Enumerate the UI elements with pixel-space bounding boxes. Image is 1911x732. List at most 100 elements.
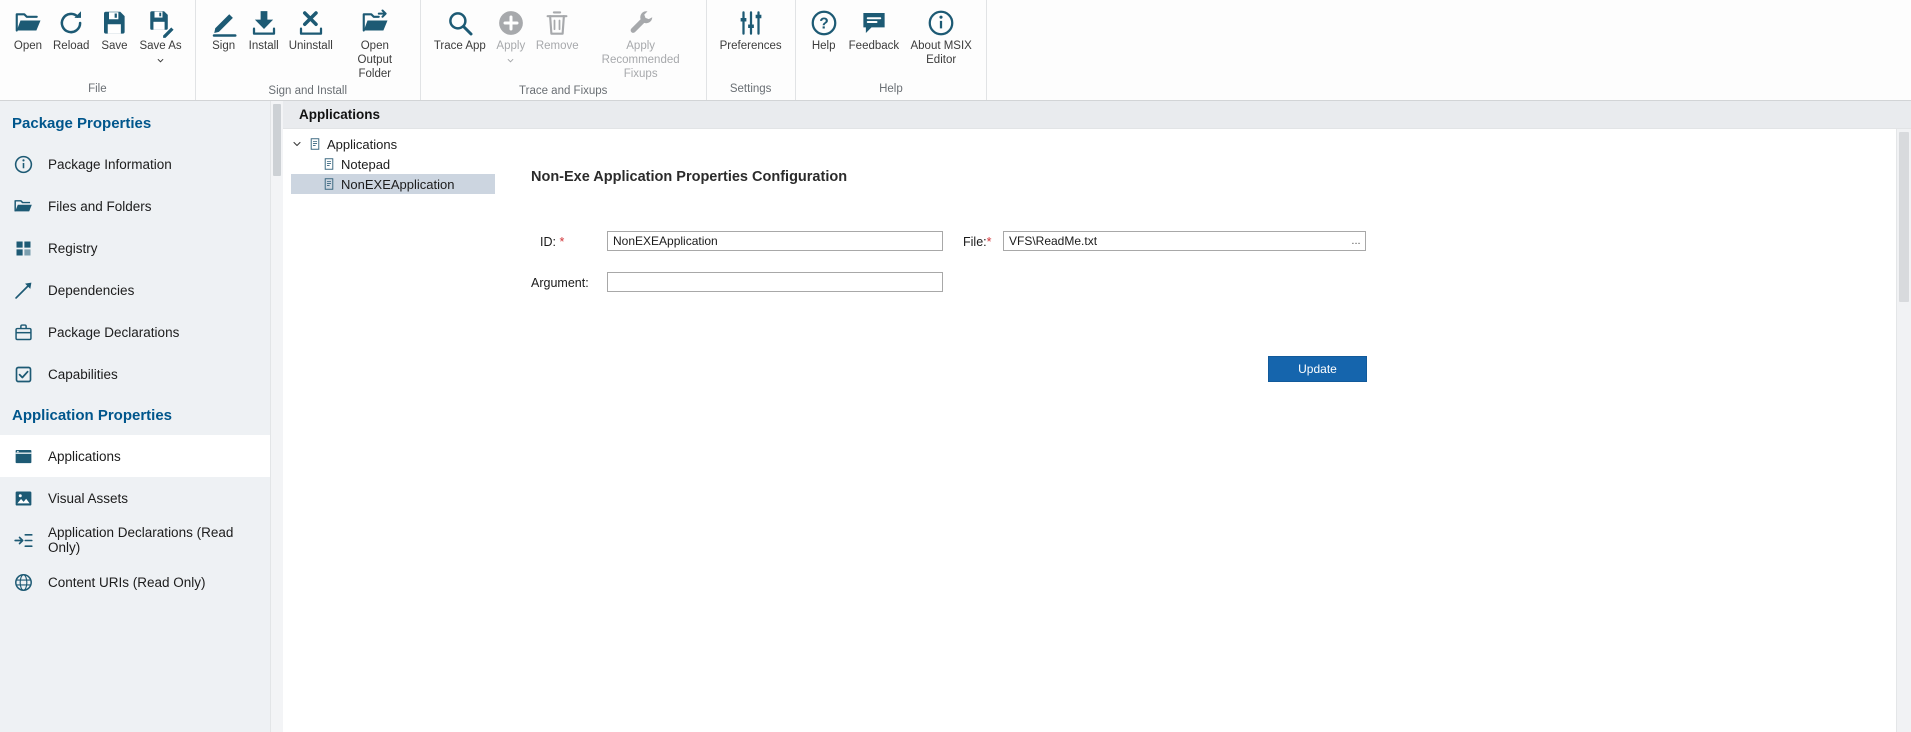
svg-text:?: ?: [819, 15, 829, 32]
sidebar-item-application-declarations[interactable]: Application Declarations (Read Only): [0, 519, 270, 561]
feedback-bubble-icon: [859, 7, 889, 38]
image-icon: [12, 487, 34, 509]
sidebar-item-label: Content URIs (Read Only): [48, 575, 206, 590]
sidebar-item-package-declarations[interactable]: Package Declarations: [0, 311, 270, 353]
apply-recommended-fixups-button[interactable]: Apply Recommended Fixups: [584, 0, 698, 83]
required-asterisk: *: [987, 235, 992, 249]
fixups-wrench-icon: [626, 7, 656, 38]
tree-node-notepad[interactable]: Notepad: [291, 154, 495, 174]
tree-node-applications[interactable]: Applications: [283, 134, 495, 154]
sidebar-item-content-uris[interactable]: Content URIs (Read Only): [0, 561, 270, 603]
remove-label: Remove: [536, 40, 579, 54]
trace-app-icon: [445, 7, 475, 38]
sidebar-item-label: Package Declarations: [48, 325, 179, 340]
ribbon-group-settings: Preferences Settings: [707, 0, 796, 100]
save-as-icon: [146, 7, 176, 38]
dependencies-arrow-icon: [12, 279, 34, 301]
file-input-group: ...: [1003, 231, 1366, 251]
ribbon-group-file: Open Reload Save: [0, 0, 196, 100]
ribbon-group-label-help: Help: [804, 81, 979, 100]
help-button[interactable]: ? Help: [804, 0, 844, 56]
install-button[interactable]: Install: [244, 0, 284, 56]
document-icon: [322, 177, 337, 192]
apply-recommended-fixups-label: Apply Recommended Fixups: [589, 40, 693, 81]
id-field-label: ID: *: [540, 232, 564, 252]
install-icon: [249, 7, 279, 38]
save-button[interactable]: Save: [94, 0, 134, 56]
preferences-sliders-icon: [736, 7, 766, 38]
ribbon-group-trace-fixups: Trace App Apply Remove: [421, 0, 707, 100]
sign-pencil-icon: [209, 7, 239, 38]
remove-button[interactable]: Remove: [531, 0, 584, 56]
about-msix-editor-label: About MSIX Editor: [909, 40, 973, 68]
ribbon-group-label-file: File: [8, 81, 187, 100]
id-input[interactable]: [607, 231, 943, 251]
properties-form: Non-Exe Application Properties Configura…: [495, 129, 1896, 732]
sidebar-item-files-and-folders[interactable]: Files and Folders: [0, 185, 270, 227]
update-button[interactable]: Update: [1268, 356, 1367, 382]
sidebar-item-visual-assets[interactable]: Visual Assets: [0, 477, 270, 519]
file-field-label: File:*: [963, 232, 992, 252]
document-icon: [308, 137, 323, 152]
sidebar-item-registry[interactable]: Registry: [0, 227, 270, 269]
reload-icon: [56, 7, 86, 38]
uninstall-button[interactable]: Uninstall: [284, 0, 338, 56]
app-window-icon: [12, 445, 34, 467]
open-output-folder-button[interactable]: Open Output Folder: [338, 0, 412, 83]
ribbon-group-sign-install: Sign Install Uninstall: [196, 0, 421, 100]
ribbon-group-help: ? Help Feedback About MSIX Editor: [796, 0, 988, 100]
main-panel: Applications Applications: [283, 101, 1911, 732]
content-scrollbar[interactable]: [1896, 129, 1911, 732]
about-info-icon: [926, 7, 956, 38]
form-title: Non-Exe Application Properties Configura…: [531, 169, 847, 185]
chevron-down-icon[interactable]: [291, 138, 304, 151]
about-msix-editor-button[interactable]: About MSIX Editor: [904, 0, 978, 70]
arrow-list-icon: [12, 529, 34, 551]
sidebar-scrollbar[interactable]: [270, 101, 283, 732]
sidebar-item-capabilities[interactable]: Capabilities: [0, 353, 270, 395]
save-icon: [99, 7, 129, 38]
sidebar-item-label: Files and Folders: [48, 199, 152, 214]
package-properties-heading: Package Properties: [0, 103, 270, 143]
chevron-down-icon: [156, 56, 165, 66]
remove-trash-icon: [542, 7, 572, 38]
open-button[interactable]: Open: [8, 0, 48, 56]
msix-editor-window: Open Reload Save: [0, 0, 1911, 732]
feedback-button[interactable]: Feedback: [844, 0, 905, 56]
required-asterisk: *: [559, 235, 564, 249]
save-as-button[interactable]: Save As: [134, 0, 186, 68]
sidebar-item-label: Visual Assets: [48, 491, 128, 506]
sign-button[interactable]: Sign: [204, 0, 244, 56]
open-label: Open: [14, 40, 42, 54]
page-title: Applications: [283, 101, 1911, 129]
apply-label: Apply: [496, 40, 525, 54]
sidebar-item-applications[interactable]: Applications: [0, 435, 270, 477]
content-scrollbar-thumb[interactable]: [1899, 132, 1909, 302]
argument-input[interactable]: [607, 272, 943, 292]
sidebar-scrollbar-thumb[interactable]: [273, 104, 281, 176]
trace-app-button[interactable]: Trace App: [429, 0, 491, 56]
ribbon-group-label-trace-fixups: Trace and Fixups: [429, 83, 698, 102]
tree-node-label: NonEXEApplication: [341, 177, 454, 192]
briefcase-icon: [12, 321, 34, 343]
apply-button[interactable]: Apply: [491, 0, 531, 68]
tree-node-label: Applications: [327, 137, 397, 152]
sidebar-item-label: Applications: [48, 449, 121, 464]
reload-button[interactable]: Reload: [48, 0, 94, 56]
open-folder-icon: [13, 7, 43, 38]
preferences-button[interactable]: Preferences: [715, 0, 787, 56]
open-output-folder-label: Open Output Folder: [343, 40, 407, 81]
help-question-icon: ?: [809, 7, 839, 38]
preferences-label: Preferences: [720, 40, 782, 54]
sidebar-item-label: Application Declarations (Read Only): [48, 525, 258, 555]
reload-label: Reload: [53, 40, 89, 54]
file-input[interactable]: [1004, 232, 1347, 250]
open-output-folder-icon: [360, 7, 390, 38]
sidebar-item-package-information[interactable]: Package Information: [0, 143, 270, 185]
argument-field-label: Argument:: [531, 273, 589, 293]
sidebar-item-dependencies[interactable]: Dependencies: [0, 269, 270, 311]
applications-tree: Applications Notepad NonEXEApplication: [283, 129, 495, 732]
browse-button[interactable]: ...: [1347, 232, 1365, 250]
tree-node-label: Notepad: [341, 157, 390, 172]
tree-node-nonexeapplication[interactable]: NonEXEApplication: [291, 174, 495, 194]
